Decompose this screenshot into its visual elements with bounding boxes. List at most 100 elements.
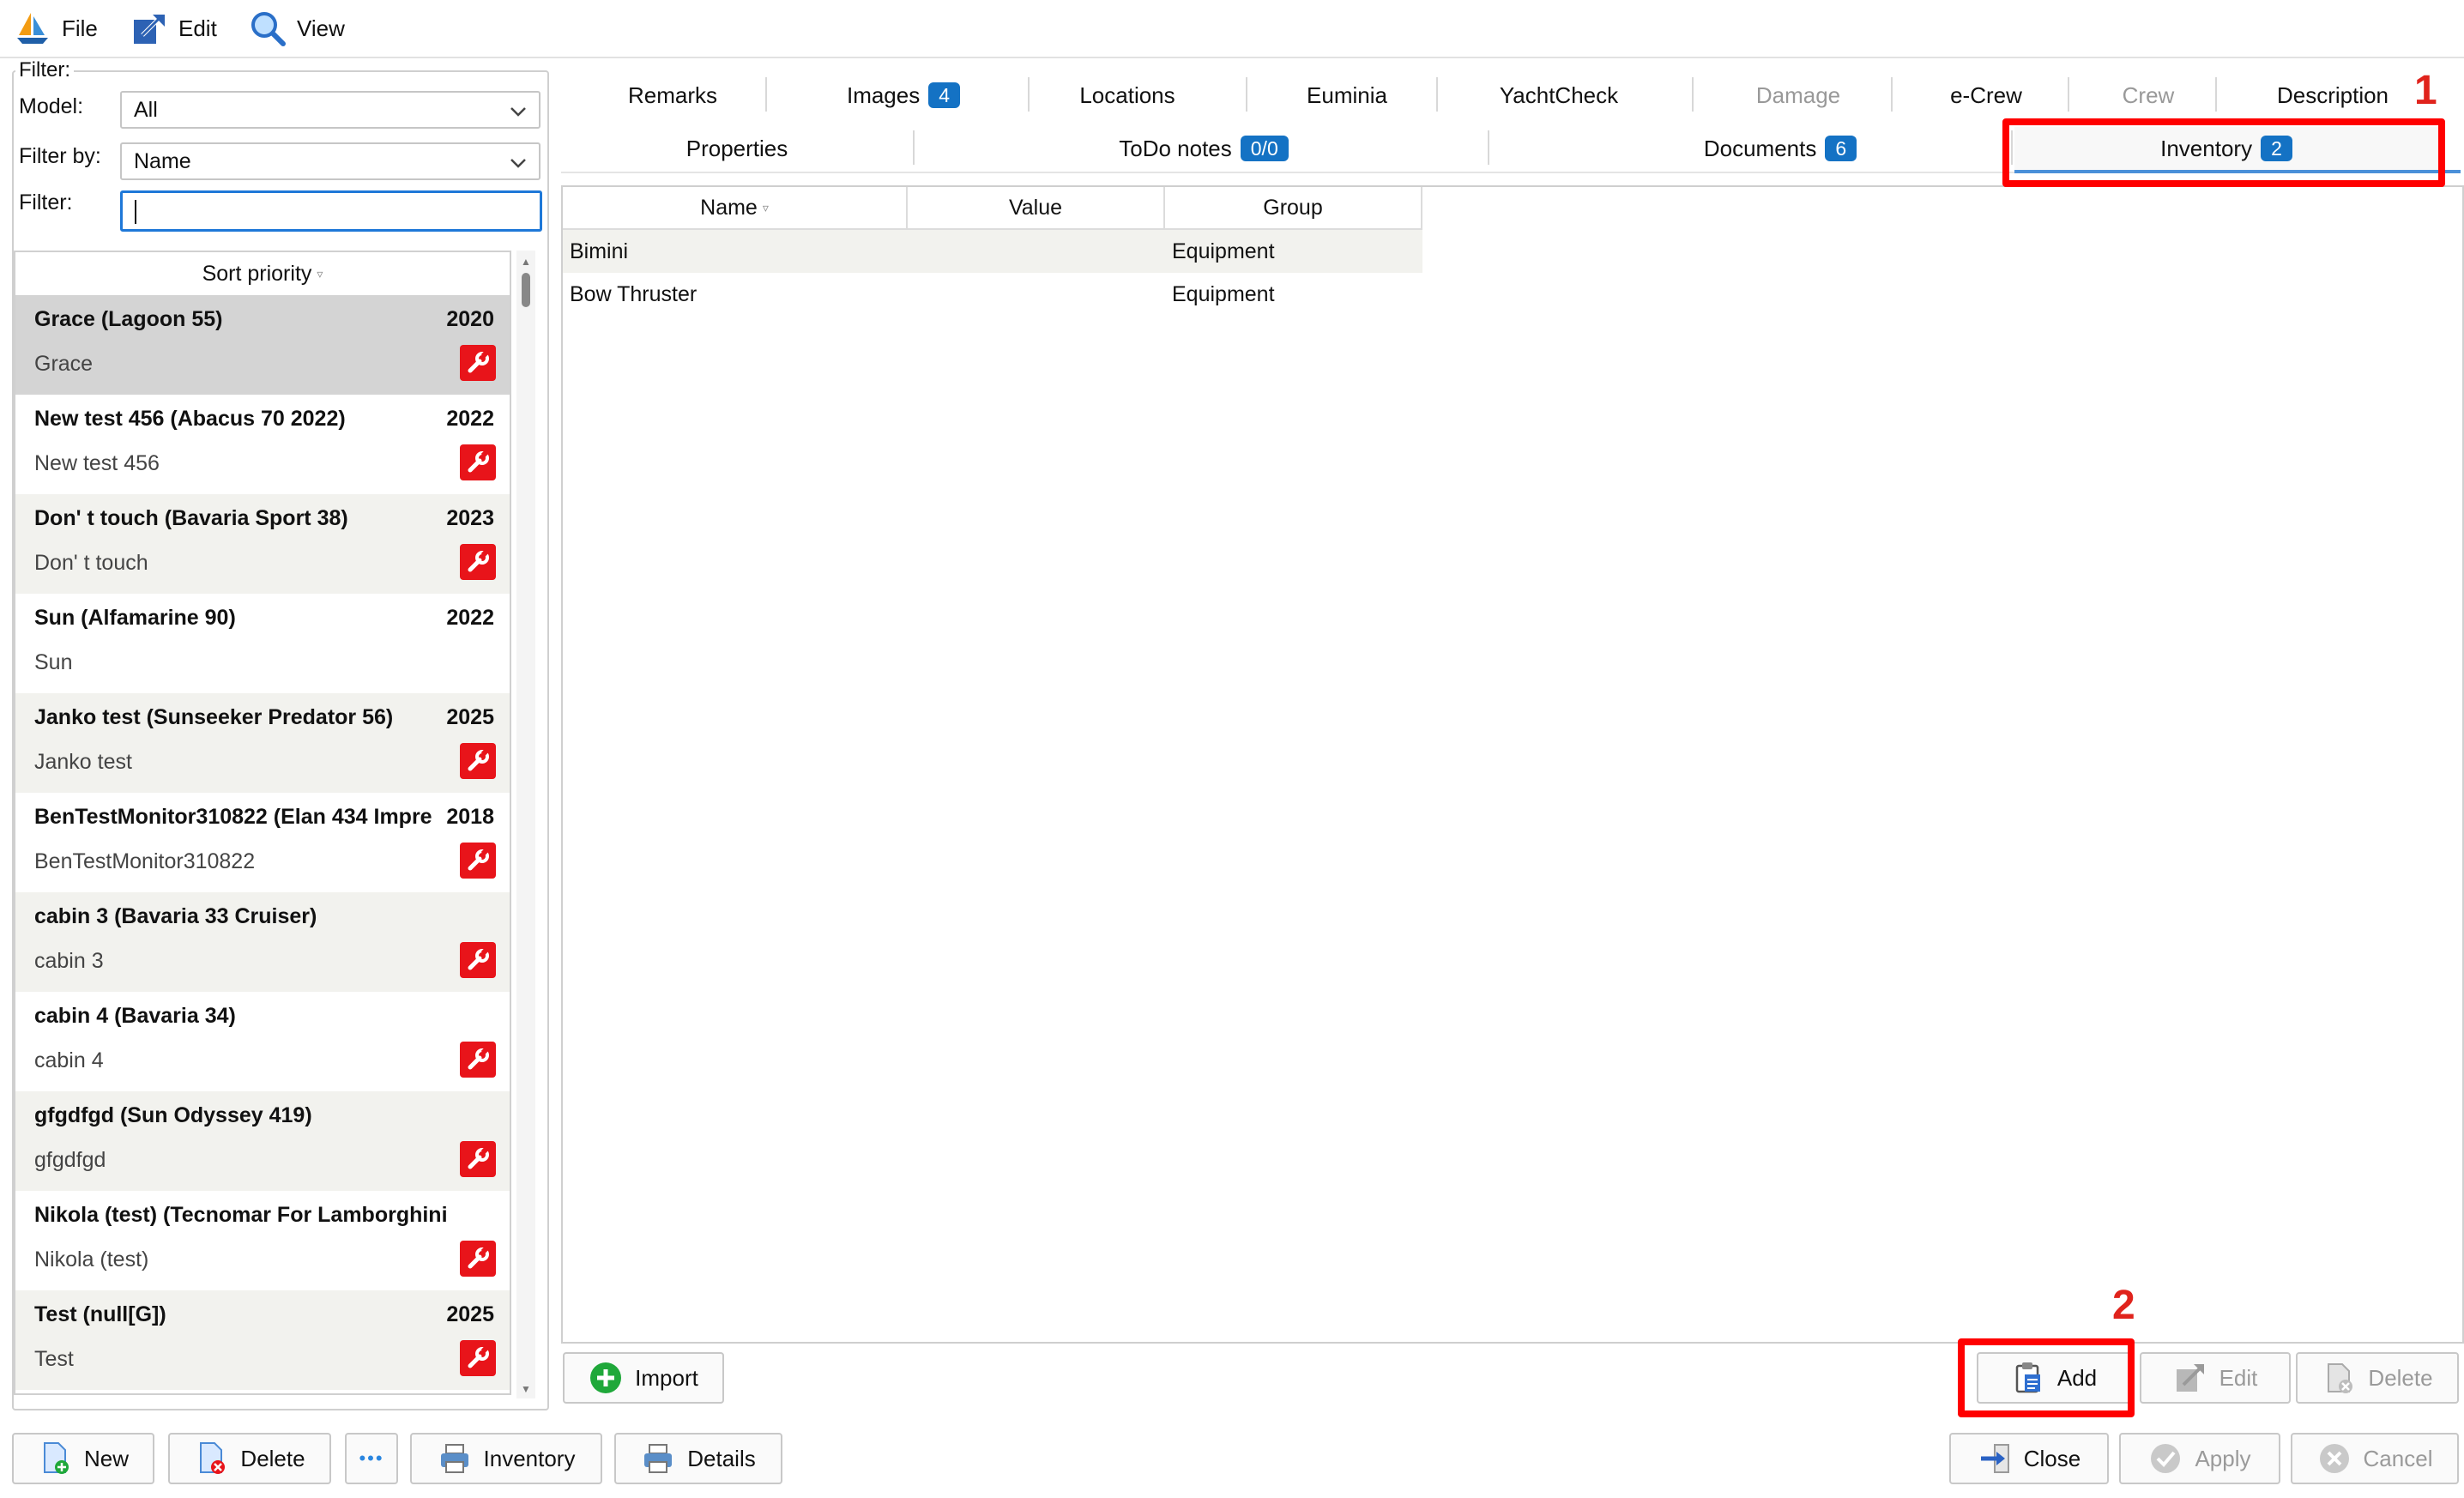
list-item-title: New test 456 (Abacus 70 2022): [34, 407, 346, 431]
wrench-icon[interactable]: [460, 544, 496, 580]
filter-text-label: Filter:: [19, 190, 73, 214]
sailboat-icon: [17, 13, 48, 44]
menu-view[interactable]: View: [249, 7, 345, 50]
tab-remarks-label: Remarks: [627, 82, 717, 108]
chevron-down-icon: [510, 107, 526, 117]
list-item[interactable]: New test 456 (Abacus 70 2022) 2022 New tes…: [15, 395, 510, 494]
scroll-down-icon[interactable]: ▼: [521, 1383, 531, 1395]
tab-damage[interactable]: Damage: [1694, 74, 1903, 117]
annotation-box-add-button: [1958, 1338, 2135, 1417]
apply-button-label: Apply: [2195, 1445, 2251, 1471]
inventory-print-button-label: Inventory: [483, 1445, 576, 1471]
menu-bar: File Edit View: [0, 0, 2464, 58]
scroll-up-icon[interactable]: ▲: [521, 256, 531, 268]
new-button[interactable]: New: [12, 1433, 154, 1484]
column-header-name-label: Name: [700, 195, 758, 220]
list-item-subtitle: cabin 4: [34, 1048, 104, 1072]
tab-properties[interactable]: Properties: [561, 127, 913, 170]
list-item[interactable]: Don' t touch (Bavaria Sport 38) 2023 Don' …: [15, 494, 510, 594]
text-caret: [135, 200, 136, 224]
tab-images-label: Images: [846, 82, 921, 108]
list-item-subtitle: New test 456: [34, 451, 160, 475]
delete-row-button[interactable]: Delete: [2296, 1352, 2459, 1404]
model-select[interactable]: All: [120, 91, 541, 129]
plus-circle-icon: [590, 1362, 622, 1393]
tab-separator: [765, 77, 767, 112]
list-item-subtitle: Test: [34, 1347, 74, 1371]
list-item-subtitle: Janko test: [34, 750, 132, 774]
more-button[interactable]: •••: [345, 1433, 398, 1484]
list-item-subtitle: Nikola (test): [34, 1247, 149, 1271]
tab-description-label: Description: [2276, 82, 2389, 108]
list-item-title: Don' t touch (Bavaria Sport 38): [34, 506, 348, 530]
wrench-icon[interactable]: [460, 942, 496, 978]
list-item[interactable]: Test (null[G]) 2025 Test: [15, 1290, 510, 1390]
menu-file[interactable]: File: [14, 7, 98, 50]
wrench-icon[interactable]: [460, 1141, 496, 1177]
boat-list[interactable]: Sort priority ▿ Grace (Lagoon 55) 2020 Gra…: [14, 251, 511, 1395]
apply-button[interactable]: Apply: [2119, 1433, 2280, 1484]
list-scrollbar[interactable]: ▲ ▼: [516, 251, 535, 1398]
column-header-group[interactable]: Group: [1165, 187, 1422, 230]
wrench-icon[interactable]: [460, 444, 496, 480]
menu-edit[interactable]: Edit: [130, 7, 217, 50]
list-item[interactable]: gfgdfgd (Sun Odyssey 419) gfgdfgd: [15, 1091, 510, 1191]
cancel-button[interactable]: Cancel: [2291, 1433, 2459, 1484]
tab-euminia[interactable]: Euminia: [1253, 74, 1441, 117]
tab-damage-label: Damage: [1755, 82, 1841, 108]
delete-row-button-label: Delete: [2368, 1364, 2433, 1391]
filter-input[interactable]: [120, 190, 542, 232]
list-item[interactable]: Sun (Alfamarine 90) 2022 Sun: [15, 594, 510, 693]
menu-file-label: File: [62, 15, 98, 41]
list-item[interactable]: cabin 4 (Bavaria 34) cabin 4: [15, 992, 510, 1091]
edit-button[interactable]: Edit: [2140, 1352, 2291, 1404]
tab-remarks[interactable]: Remarks: [578, 74, 767, 117]
tab-todo-notes[interactable]: ToDo notes 0/0: [916, 127, 1491, 170]
new-document-icon: [43, 1442, 69, 1474]
inventory-print-button[interactable]: Inventory: [410, 1433, 602, 1484]
wrench-icon[interactable]: [460, 743, 496, 779]
tab-documents[interactable]: Documents 6: [1493, 127, 2068, 170]
wrench-icon[interactable]: [460, 1340, 496, 1376]
list-item[interactable]: BenTestMonitor310822 (Elan 434 Impre 2018…: [15, 793, 510, 892]
wrench-icon[interactable]: [460, 345, 496, 381]
tab-separator: [1028, 77, 1030, 112]
tab-separator: [1891, 77, 1893, 112]
filterby-select-value: Name: [134, 148, 191, 173]
close-button-label: Close: [2023, 1445, 2081, 1471]
list-item-title: BenTestMonitor310822 (Elan 434 Impre: [34, 805, 432, 829]
tab-crew[interactable]: Crew: [2071, 74, 2225, 117]
model-label: Model:: [19, 94, 84, 118]
delete-button[interactable]: Delete: [168, 1433, 331, 1484]
wrench-icon[interactable]: [460, 1042, 496, 1078]
column-header-value[interactable]: Value: [908, 187, 1165, 230]
column-header-name[interactable]: Name ▿: [563, 187, 908, 230]
list-item[interactable]: Grace (Lagoon 55) 2020 Grace: [15, 295, 510, 395]
list-header-label: Sort priority: [202, 261, 312, 286]
tab-locations[interactable]: Locations: [1033, 74, 1222, 117]
wrench-icon[interactable]: [460, 1241, 496, 1277]
list-item[interactable]: Nikola (test) (Tecnomar For Lamborghini …: [15, 1191, 510, 1290]
tab-ecrew[interactable]: e-Crew: [1896, 74, 2076, 117]
filterby-select[interactable]: Name: [120, 142, 541, 180]
tab-separator: [913, 130, 915, 165]
import-button[interactable]: Import: [563, 1352, 724, 1404]
tab-ecrew-label: e-Crew: [1950, 82, 2022, 108]
list-header-sort-priority[interactable]: Sort priority ▿: [15, 252, 510, 297]
list-scroll-thumb[interactable]: [522, 273, 530, 307]
tab-todo-label: ToDo notes: [1119, 135, 1232, 161]
annotation-callout-1: 1: [2414, 68, 2437, 113]
table-cell-value: [908, 230, 1165, 273]
tab-images[interactable]: Images 4: [770, 74, 1036, 117]
table-cell-group: Equipment: [1172, 281, 1275, 306]
annotation-box-inventory-tab: [2002, 118, 2445, 187]
inventory-table[interactable]: Name ▿ Value Group Bimini Equipment Bow Th…: [561, 185, 2464, 1344]
list-item[interactable]: cabin 3 (Bavaria 33 Cruiser) cabin 3: [15, 892, 510, 992]
wrench-icon[interactable]: [460, 843, 496, 879]
tab-yachtcheck[interactable]: YachtCheck: [1443, 74, 1675, 117]
list-item[interactable]: Janko test (Sunseeker Predator 56) 2025 Ja…: [15, 693, 510, 793]
details-print-button[interactable]: Details: [614, 1433, 782, 1484]
close-button[interactable]: Close: [1949, 1433, 2109, 1484]
list-item-subtitle: Don' t touch: [34, 551, 148, 575]
list-item-title: cabin 4 (Bavaria 34): [34, 1004, 236, 1028]
